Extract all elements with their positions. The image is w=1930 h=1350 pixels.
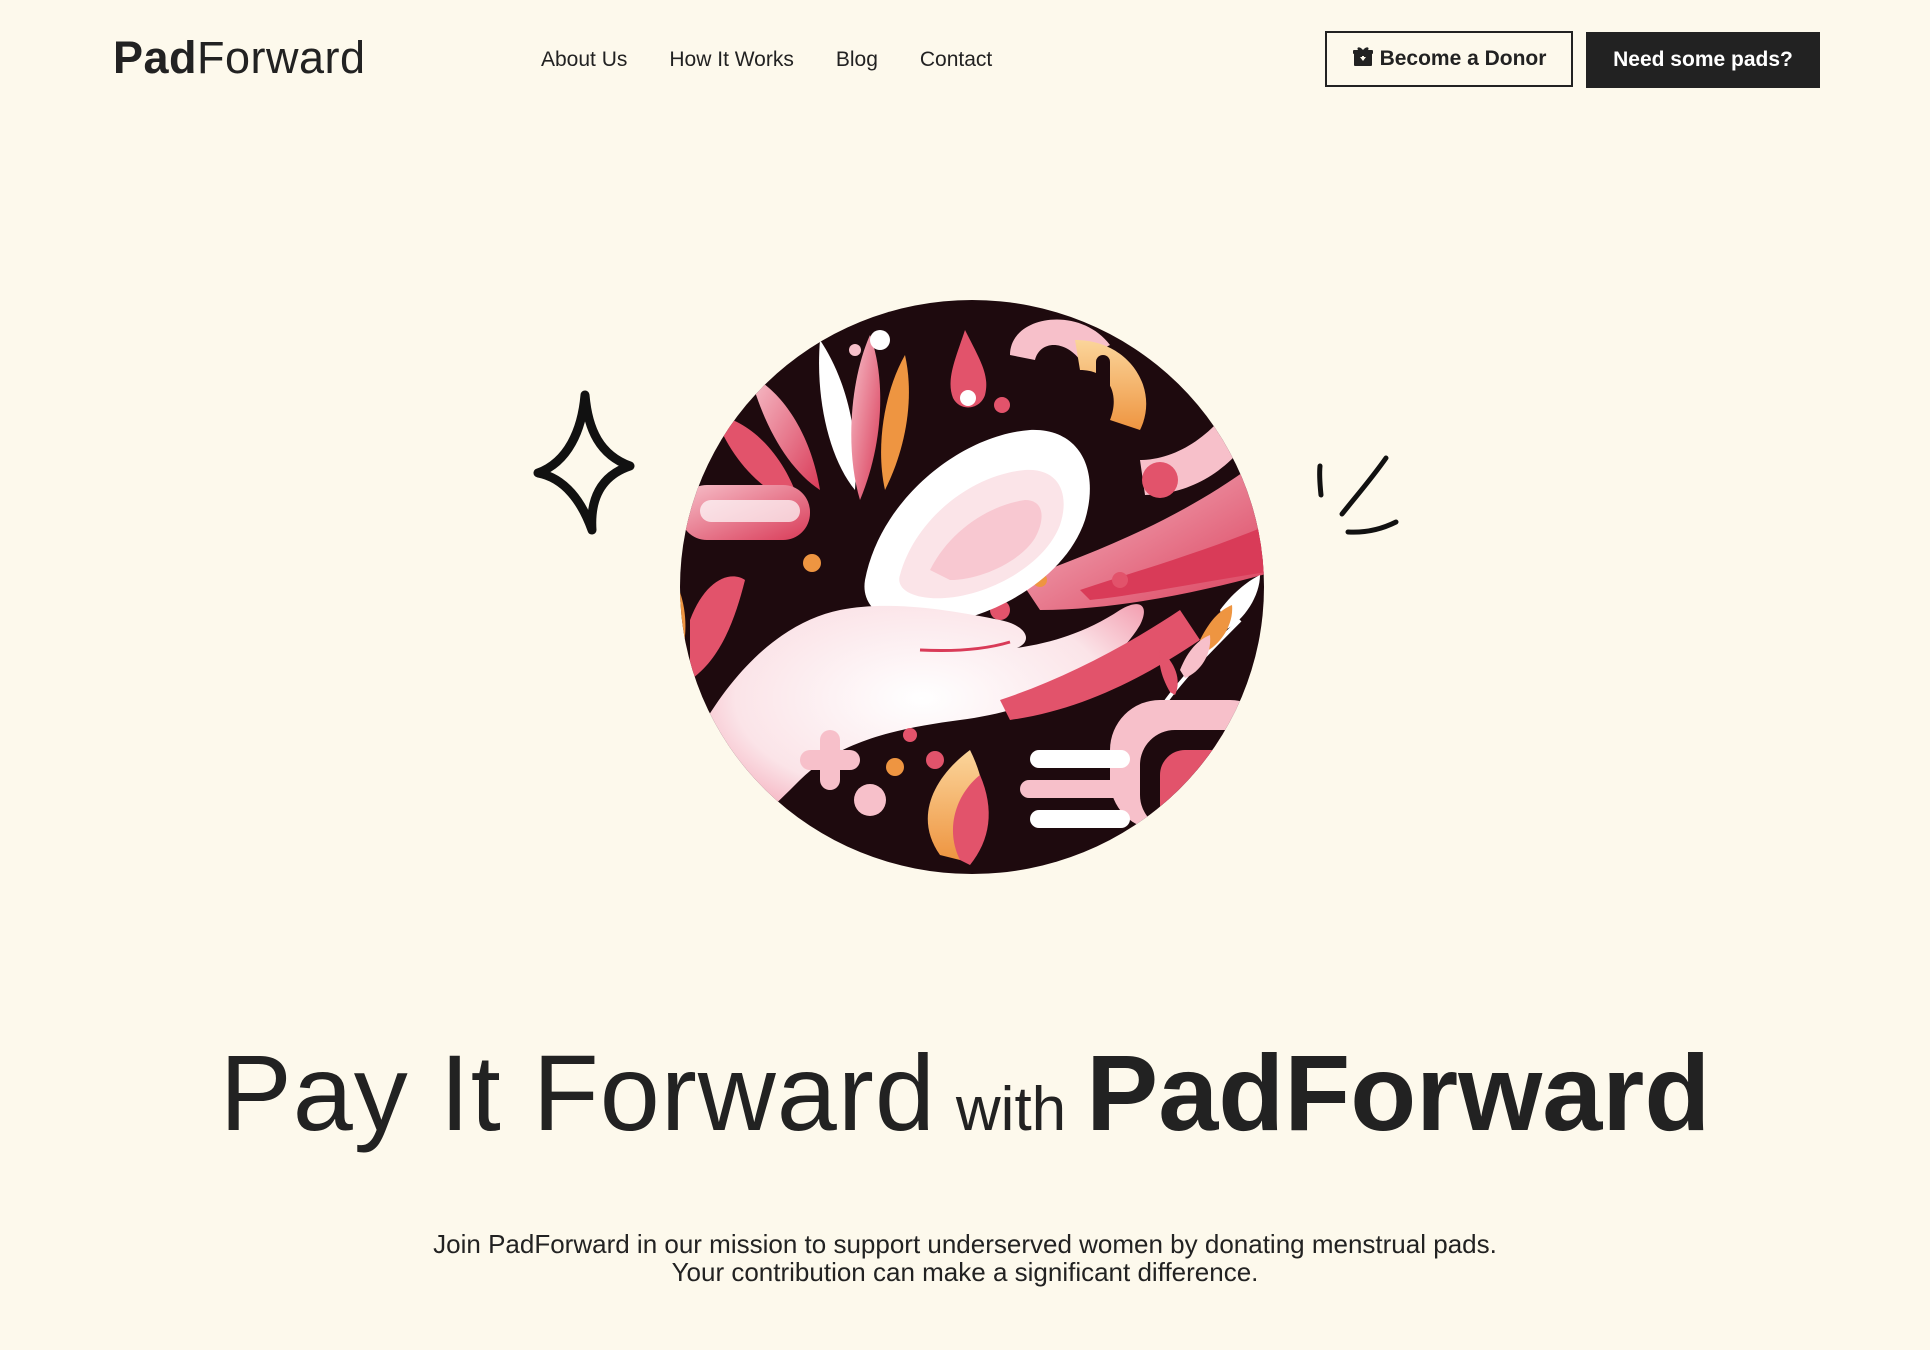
sparkle-icon [533,390,635,535]
logo[interactable]: PadForward [113,32,366,84]
nav-blog[interactable]: Blog [836,44,878,76]
logo-light-text: Forward [197,32,366,83]
hero-headline: Pay It Forward with PadForward [0,1030,1930,1155]
motion-lines-icon [1317,455,1399,535]
nav-about-us[interactable]: About Us [541,44,627,76]
logo-bold-text: Pad [113,32,198,83]
hero-illustration [533,300,1399,874]
main-nav: About Us How It Works Blog Contact [541,44,992,76]
headline-main: Pay It Forward [219,1032,936,1153]
need-pads-label: Need some pads? [1613,48,1793,71]
subtext-line-2: Your contribution can make a significant… [671,1257,1259,1287]
headline-connector: with [955,1075,1067,1144]
become-donor-button[interactable]: Become a Donor [1325,31,1573,87]
become-donor-label: Become a Donor [1379,47,1547,70]
need-pads-button[interactable]: Need some pads? [1586,32,1820,88]
gift-icon [1352,47,1373,66]
nav-how-it-works[interactable]: How It Works [669,44,793,76]
hero-subtext: Join PadForward in our mission to suppor… [0,1230,1930,1286]
site-header: PadForward About Us How It Works Blog Co… [0,0,1930,120]
subtext-line-1: Join PadForward in our mission to suppor… [433,1229,1497,1259]
nav-contact[interactable]: Contact [920,44,992,76]
headline-brand: PadForward [1086,1032,1711,1153]
